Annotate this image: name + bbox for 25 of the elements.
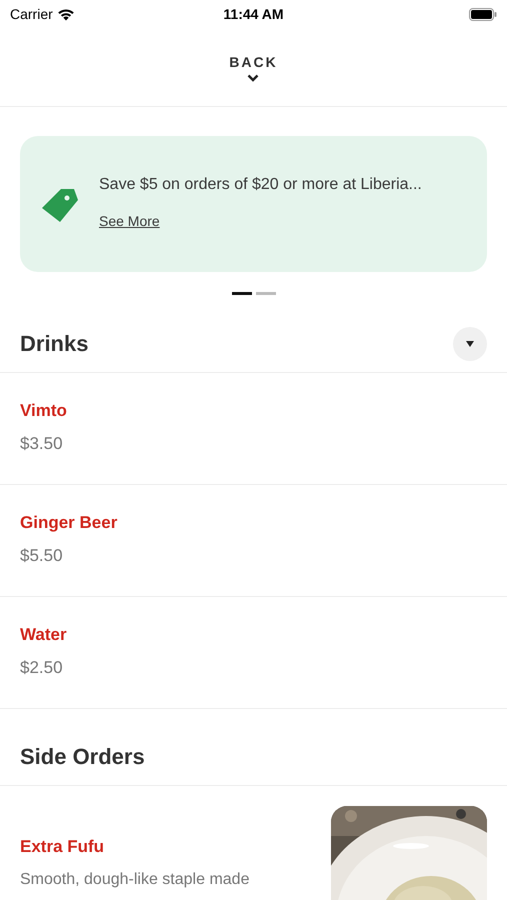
see-more-link[interactable]: See More xyxy=(99,210,160,232)
page-indicator[interactable] xyxy=(232,292,252,295)
chevron-down-icon xyxy=(247,74,260,82)
item-name: Ginger Beer xyxy=(20,512,118,534)
carrier-label: Carrier xyxy=(10,4,53,24)
section-title: Drinks xyxy=(20,330,88,358)
section-title: Side Orders xyxy=(20,742,145,770)
item-name: Extra Fufu xyxy=(20,836,106,858)
caret-down-icon xyxy=(466,340,474,346)
wifi-icon xyxy=(56,8,75,20)
item-name: Vimto xyxy=(20,400,67,422)
battery-icon xyxy=(469,8,497,20)
item-price: $5.50 xyxy=(20,545,64,567)
item-price: $3.50 xyxy=(20,433,64,455)
menu-item[interactable]: Extra Fufu Smooth, dough-like staple made xyxy=(0,786,507,898)
menu-item[interactable]: Ginger Beer $5.50 xyxy=(0,485,507,597)
status-time: 11:44 AM xyxy=(223,4,284,24)
collapse-button[interactable] xyxy=(453,326,487,360)
back-button[interactable]: BACK xyxy=(229,52,278,82)
menu-item[interactable]: Vimto $3.50 xyxy=(0,373,507,485)
item-name: Water xyxy=(20,624,67,646)
promo-text: Save $5 on orders of $20 or more at Liberia... xyxy=(99,174,422,194)
menu-item[interactable]: Water $2.50 xyxy=(0,597,507,709)
item-description: Smooth, dough-like staple made xyxy=(20,870,250,890)
item-price: $2.50 xyxy=(20,657,64,679)
